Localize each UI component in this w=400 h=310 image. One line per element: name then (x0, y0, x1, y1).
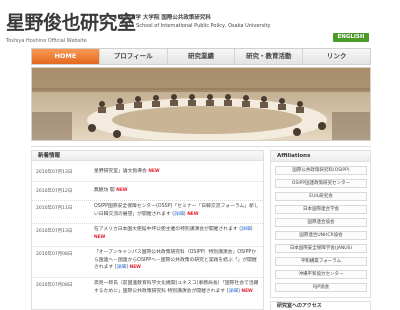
nav-activities[interactable]: 研究・教育活動 (235, 49, 304, 64)
nav-profile[interactable]: プロフィール (100, 49, 168, 64)
news-date: 2010年07月08日 (36, 252, 73, 257)
new-badge: NEW (94, 234, 106, 240)
news-date: 2010年07月13日 (36, 229, 73, 234)
news-panel-title: 新着情報 (32, 151, 263, 161)
news-text[interactable]: OSIPP国際安全保障センター(OSSP)「セミナー「日韓交流フォーラム」新しい… (94, 203, 259, 218)
affiliation-link[interactable]: 国際連合協会 (275, 218, 367, 227)
banner-photo (31, 67, 371, 141)
english-button[interactable]: ENGLISH (333, 33, 369, 42)
affiliations-panel: Affiliations 国際公共政策研究科(OSIPP) OSIPP国連政策研… (270, 150, 371, 298)
news-text[interactable]: 「オープンキャンパス国際公共政策研究科（OSIPP）特別講演会」OSIPPから国… (94, 249, 259, 272)
news-item: 2010年07月08日 「オープンキャンパス国際公共政策研究科（OSIPP）特別… (32, 248, 263, 278)
news-date: 2010年07月13日 (36, 170, 73, 175)
affiliation-link[interactable]: 国際公共政策研究科(OSIPP) (275, 166, 367, 175)
news-text[interactable]: 高見一郎氏（前国連教育科学文化機関(ユネスコ)事務局長）「国際社会で活躍するため… (94, 280, 259, 295)
news-text[interactable]: 在アメリカ日本国大使館中坪公使主催の特別講演会が開催されます (詳細) NEW (94, 226, 259, 241)
news-item: 2010年07月08日 高見一郎氏（前国連教育科学文化機関(ユネスコ)事務局長）… (32, 279, 263, 309)
affiliation-link[interactable]: OSIPP国連政策研究センター (275, 179, 367, 188)
affiliations-title: Affiliations (271, 151, 370, 162)
news-text[interactable]: 星野研究室」論文指導会 NEW (94, 168, 259, 176)
news-text[interactable]: 無観坊 開 NEW (94, 187, 259, 195)
news-item: 2010年07月12日 無観坊 開 NEW (32, 183, 263, 201)
new-badge: NEW (129, 265, 141, 270)
news-panel: 新着情報 2010年07月13日 星野研究室」論文指導会 NEW 2010年07… (31, 150, 264, 310)
affiliation-link[interactable]: 日本国際連合学会 (275, 205, 367, 214)
access-panel: 研究室へのアクセス (270, 301, 371, 310)
news-date: 2010年07月08日 (36, 283, 73, 288)
site-title[interactable]: 星野俊也研究室 (6, 13, 136, 33)
site-subtitle: Toshiya Hoshino Official Website (6, 38, 87, 44)
affiliation-en: Osaka School of International Public Pol… (119, 23, 271, 29)
new-badge: NEW (116, 188, 128, 193)
detail-link[interactable]: 詳細 (241, 227, 251, 232)
news-item: 2010年07月13日 星野研究室」論文指導会 NEW (32, 164, 263, 182)
new-badge: NEW (148, 169, 160, 174)
news-date: 2010年07月11日 (36, 206, 73, 211)
detail-link[interactable]: 詳細 (228, 289, 238, 294)
affiliation-link[interactable]: RJP協会 (275, 283, 367, 292)
nav-publications[interactable]: 研究業績 (168, 49, 236, 64)
access-panel-title: 研究室へのアクセス (277, 303, 322, 309)
detail-link[interactable]: 詳細 (117, 265, 127, 270)
nav-home[interactable]: HOME (32, 49, 100, 64)
affiliation-link[interactable]: 沖縄平和協力センター (275, 270, 367, 279)
main-nav: HOME プロフィール 研究業績 研究・教育活動 リンク (31, 48, 371, 65)
affiliation-link[interactable]: 国際連合UNHCR協会 (275, 231, 367, 240)
news-item: 2010年07月13日 在アメリカ日本国大使館中坪公使主催の特別講演会が開催され… (32, 225, 263, 247)
affiliation-ja: 大阪大学 大学院 国際公共政策研究科 (119, 15, 211, 21)
affiliation-link[interactable]: 平和構築フォーラム (275, 257, 367, 266)
news-item: 2010年07月11日 OSIPP国際安全保障センター(OSSP)「セミナー「日… (32, 202, 263, 224)
nav-links[interactable]: リンク (303, 49, 370, 64)
affiliation-link[interactable]: 日本国際安全保障学会(JANUS) (275, 244, 367, 253)
site-header: 星野俊也研究室 大阪大学 大学院 国際公共政策研究科 Osaka School … (0, 0, 400, 46)
news-date: 2010年07月12日 (36, 189, 73, 194)
new-badge: NEW (241, 288, 253, 294)
divider (31, 146, 371, 147)
new-badge: NEW (187, 211, 199, 217)
conference-room-image (32, 68, 370, 140)
affiliation-link[interactable]: EUIL研究会 (275, 192, 367, 201)
detail-link[interactable]: 詳細 (174, 212, 184, 217)
